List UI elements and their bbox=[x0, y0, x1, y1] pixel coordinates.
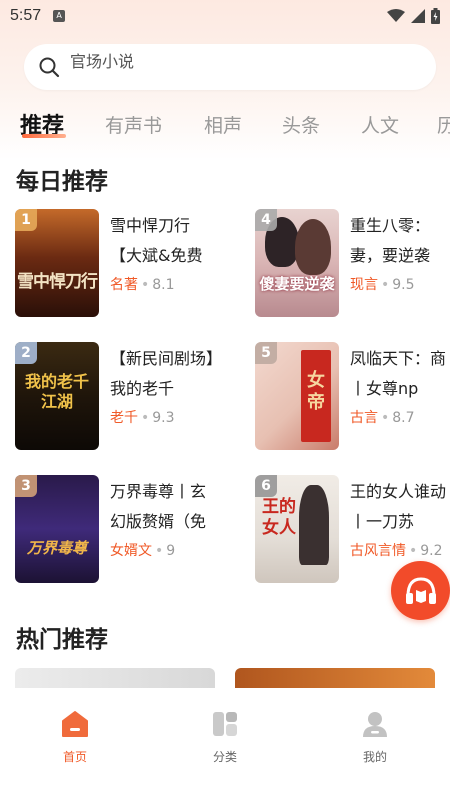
book-genre: 名著 bbox=[110, 277, 138, 293]
category-tabs: 推荐 有声书 相声 头条 人文 历 bbox=[0, 106, 450, 146]
book-genre: 女婿文 bbox=[110, 543, 152, 559]
status-icons bbox=[387, 8, 440, 24]
cover-title: 王的女人 bbox=[262, 497, 296, 538]
notification-icon: A bbox=[53, 10, 66, 22]
cover-title: 傻妻要逆袭 bbox=[259, 275, 335, 293]
signal-icon bbox=[411, 9, 425, 23]
book-cover: 雪中悍刀行 1 bbox=[15, 209, 99, 317]
book-item[interactable]: 万界毒尊 3 万界毒尊丨玄幻版赘婿（免 女婿文 • 9 bbox=[15, 475, 235, 585]
book-score: 9.3 bbox=[152, 410, 175, 426]
tab-headlines[interactable]: 头条 bbox=[282, 111, 320, 138]
battery-icon bbox=[431, 8, 440, 24]
book-score: 9.2 bbox=[420, 543, 443, 559]
nav-category[interactable]: 分类 bbox=[185, 710, 265, 765]
book-score: 8.7 bbox=[392, 410, 415, 426]
nav-profile-label: 我的 bbox=[362, 750, 387, 764]
status-bar: 5:57 A bbox=[0, 0, 450, 32]
profile-icon bbox=[363, 712, 387, 737]
audio-player-button[interactable] bbox=[391, 561, 450, 620]
wifi-icon bbox=[387, 9, 405, 22]
nav-home[interactable]: 首页 bbox=[35, 710, 115, 765]
nav-home-label: 首页 bbox=[62, 750, 87, 764]
book-title: 王的女人谁动丨一刀苏 bbox=[350, 482, 447, 531]
book-title: 万界毒尊丨玄幻版赘婿（免 bbox=[110, 482, 207, 531]
headphones-icon bbox=[405, 576, 436, 604]
category-icon bbox=[213, 712, 237, 736]
search-placeholder: 官场小说 bbox=[70, 52, 135, 71]
book-meta: 名著 • 8.1 bbox=[110, 277, 175, 293]
search-bar[interactable]: 官场小说 bbox=[24, 44, 436, 90]
rank-badge: 2 bbox=[15, 342, 37, 364]
tab-humanities[interactable]: 人文 bbox=[361, 111, 399, 138]
book-meta: 老千 • 9.3 bbox=[110, 410, 175, 426]
book-meta: 古风言情 • 9.2 bbox=[350, 543, 443, 559]
book-genre: 古风言情 bbox=[350, 543, 406, 559]
book-cover: 傻妻要逆袭 4 bbox=[255, 209, 339, 317]
book-score: 9.5 bbox=[392, 277, 415, 293]
nav-profile[interactable]: 我的 bbox=[335, 710, 415, 765]
book-item[interactable]: 傻妻要逆袭 4 重生八零：妻，要逆袭 现言 • 9.5 bbox=[255, 209, 450, 319]
book-title: 重生八零：妻，要逆袭 bbox=[350, 216, 431, 265]
book-cover: 我的老千江湖 2 bbox=[15, 342, 99, 450]
book-cover: 王的女人 6 bbox=[255, 475, 339, 583]
book-meta: 古言 • 8.7 bbox=[350, 410, 415, 426]
tab-audiobook[interactable]: 有声书 bbox=[105, 111, 162, 138]
status-time: 5:57 bbox=[10, 7, 42, 24]
hot-section-title: 热门推荐 bbox=[16, 627, 108, 653]
home-icon bbox=[62, 711, 88, 737]
cover-title: 女帝 bbox=[307, 370, 325, 413]
rank-badge: 3 bbox=[15, 475, 37, 497]
book-score: 9 bbox=[166, 543, 176, 559]
hot-card[interactable] bbox=[235, 668, 435, 688]
daily-section-title: 每日推荐 bbox=[16, 169, 108, 195]
tab-crosstalk[interactable]: 相声 bbox=[204, 111, 242, 138]
rank-badge: 4 bbox=[255, 209, 277, 231]
book-meta: 女婿文 • 9 bbox=[110, 543, 176, 559]
bottom-nav: 首页 分类 我的 bbox=[0, 688, 450, 800]
book-title: 雪中悍刀行【大斌&免费 bbox=[110, 216, 203, 265]
tab-history[interactable]: 历 bbox=[437, 111, 450, 138]
book-meta: 现言 • 9.5 bbox=[350, 277, 415, 293]
book-cover: 万界毒尊 3 bbox=[15, 475, 99, 583]
book-title: 凤临天下：商丨女尊np bbox=[350, 349, 447, 398]
book-item[interactable]: 我的老千江湖 2 【新民间剧场】我的老千 老千 • 9.3 bbox=[15, 342, 235, 452]
book-cover: 女帝 5 bbox=[255, 342, 339, 450]
cover-title: 万界毒尊 bbox=[26, 539, 87, 557]
hot-card[interactable] bbox=[15, 668, 215, 688]
rank-badge: 1 bbox=[15, 209, 37, 231]
book-score: 8.1 bbox=[152, 277, 175, 293]
rank-badge: 5 bbox=[255, 342, 277, 364]
book-genre: 老千 bbox=[110, 410, 138, 426]
book-item[interactable]: 雪中悍刀行 1 雪中悍刀行【大斌&免费 名著 • 8.1 bbox=[15, 209, 235, 319]
cover-title: 雪中悍刀行 bbox=[17, 272, 98, 292]
book-item[interactable]: 女帝 5 凤临天下：商丨女尊np 古言 • 8.7 bbox=[255, 342, 450, 452]
search-icon bbox=[39, 57, 60, 78]
tab-active-indicator bbox=[22, 134, 66, 138]
nav-category-label: 分类 bbox=[212, 750, 237, 764]
book-title: 【新民间剧场】我的老千 bbox=[110, 349, 215, 398]
book-genre: 现言 bbox=[350, 277, 378, 293]
rank-badge: 6 bbox=[255, 475, 277, 497]
cover-title: 我的老千江湖 bbox=[24, 372, 89, 411]
book-genre: 古言 bbox=[350, 410, 378, 426]
